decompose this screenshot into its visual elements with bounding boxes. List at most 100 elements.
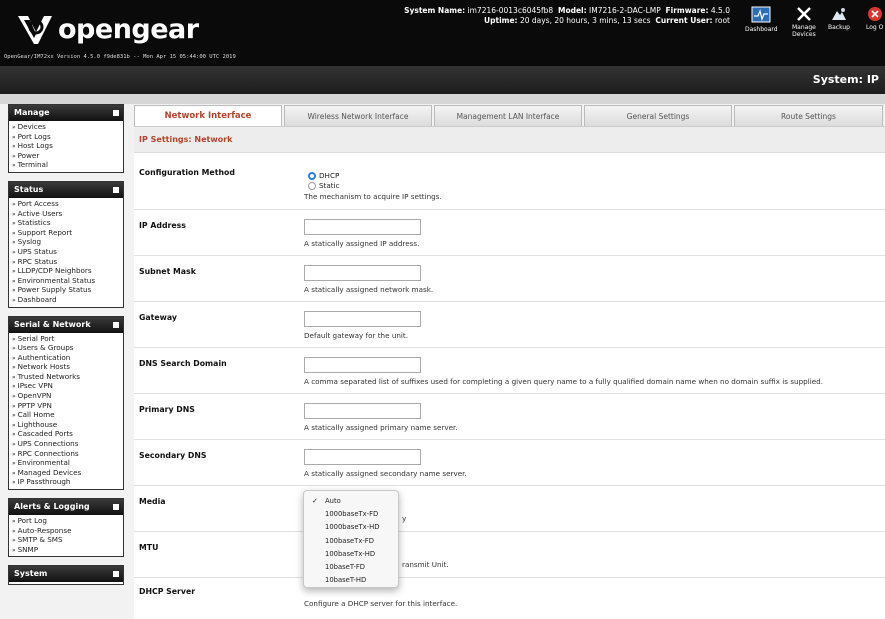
media-option-100basetx-fd[interactable]: 100baseTx-FD bbox=[304, 535, 398, 548]
sidebar-box-title[interactable]: Manage bbox=[9, 105, 123, 121]
tab-management-lan-interface[interactable]: Management LAN Interface bbox=[434, 105, 582, 126]
tab-wireless-network-interface[interactable]: Wireless Network Interface bbox=[284, 105, 432, 126]
sidebar-item-rpc-status[interactable]: RPC Status bbox=[12, 258, 120, 268]
mtu-desc-tail: ransmit Unit. bbox=[402, 560, 449, 569]
sidebar-item-terminal[interactable]: Terminal bbox=[12, 161, 120, 171]
sidebar-item-port-logs[interactable]: Port Logs bbox=[12, 133, 120, 143]
dashboard-button[interactable]: Dashboard bbox=[745, 6, 778, 33]
media-option-10baset-fd[interactable]: 10baseT-FD bbox=[304, 561, 398, 574]
media-option-1000basetx-fd[interactable]: 1000baseTx-FD bbox=[304, 508, 398, 521]
sidebar-item-snmp[interactable]: SNMP bbox=[12, 546, 120, 556]
minimize-icon[interactable] bbox=[113, 110, 119, 116]
dhcp-server-label: DHCP Server bbox=[139, 587, 196, 596]
logout-button[interactable]: Log O bbox=[866, 6, 883, 31]
settings-panel: IP Settings: Network Configuration Metho… bbox=[134, 126, 885, 619]
sidebar-box-title-text: System bbox=[14, 569, 48, 579]
sidebar-item-ups-status[interactable]: UPS Status bbox=[12, 248, 120, 258]
sidebar-item-trusted-networks[interactable]: Trusted Networks bbox=[12, 373, 120, 383]
sidebar-item-syslog[interactable]: Syslog bbox=[12, 238, 120, 248]
sidebar-box-serial-network: Serial & Network Serial PortUsers & Group… bbox=[8, 315, 124, 490]
page-title-bar: System: IP bbox=[0, 66, 885, 94]
gateway-input[interactable] bbox=[304, 311, 421, 327]
ip-address-row: IP Address A statically assigned IP addr… bbox=[134, 210, 885, 256]
tab-network-interface[interactable]: Network Interface bbox=[134, 105, 282, 127]
sidebar-item-ups-connections[interactable]: UPS Connections bbox=[12, 440, 120, 450]
subnet-mask-input[interactable] bbox=[304, 265, 421, 281]
sidebar-item-statistics[interactable]: Statistics bbox=[12, 219, 120, 229]
sidebar-item-serial-port[interactable]: Serial Port bbox=[12, 335, 120, 345]
sidebar-item-port-log[interactable]: Port Log bbox=[12, 517, 120, 527]
tab-general-settings[interactable]: General Settings bbox=[584, 105, 732, 126]
uptime-label: Uptime: bbox=[484, 16, 518, 25]
media-dropdown-menu[interactable]: ✓ Auto 1000baseTx-FD 1000baseTx-HD 100baseTx… bbox=[303, 490, 399, 588]
sidebar-item-pptp-vpn[interactable]: PPTP VPN bbox=[12, 402, 120, 412]
sidebar-item-smtp-sms[interactable]: SMTP & SMS bbox=[12, 536, 120, 546]
sidebar-item-environmental-status[interactable]: Environmental Status bbox=[12, 277, 120, 287]
tab-route-settings[interactable]: Route Settings bbox=[734, 105, 883, 126]
sidebar-item-rpc-connections[interactable]: RPC Connections bbox=[12, 450, 120, 460]
sidebar-item-devices[interactable]: Devices bbox=[12, 123, 120, 133]
secondary-dns-input[interactable] bbox=[304, 449, 421, 465]
backup-label: Backup bbox=[828, 24, 850, 31]
sidebar-item-environmental[interactable]: Environmental bbox=[12, 459, 120, 469]
sidebar-box-title[interactable]: Serial & Network bbox=[9, 316, 123, 333]
minimize-icon[interactable] bbox=[113, 321, 119, 328]
dns-search-input[interactable] bbox=[304, 357, 421, 373]
sidebar-item-power-supply-status[interactable]: Power Supply Status bbox=[12, 286, 120, 296]
media-option-10baset-hd[interactable]: 10baseT-HD bbox=[304, 574, 398, 587]
sidebar-item-lldp-cdp-neighbors[interactable]: LLDP/CDP Neighbors bbox=[12, 267, 120, 277]
system-info: System Name: im7216-0013c6045fb8 Model: … bbox=[378, 6, 730, 26]
minimize-icon[interactable] bbox=[113, 571, 119, 578]
sidebar-item-support-report[interactable]: Support Report bbox=[12, 229, 120, 239]
sidebar-item-port-access[interactable]: Port Access bbox=[12, 200, 120, 210]
gateway-label: Gateway bbox=[139, 313, 177, 322]
sidebar-item-list: Port LogAuto-ResponseSMTP & SMSSNMP bbox=[9, 515, 123, 556]
sidebar-item-openvpn[interactable]: OpenVPN bbox=[12, 392, 120, 402]
current-user-value: root bbox=[714, 16, 730, 25]
ip-address-input[interactable] bbox=[304, 219, 421, 235]
sidebar-item-users-groups[interactable]: Users & Groups bbox=[12, 344, 120, 354]
dns-search-desc: A comma separated list of suffixes used … bbox=[304, 377, 823, 386]
sidebar-item-managed-devices[interactable]: Managed Devices bbox=[12, 469, 120, 479]
sidebar-box-title[interactable]: Status bbox=[9, 181, 123, 198]
primary-dns-input[interactable] bbox=[304, 403, 421, 419]
sidebar-item-cascaded-ports[interactable]: Cascaded Ports bbox=[12, 430, 120, 440]
manage-devices-button[interactable]: Manage Devices bbox=[792, 6, 816, 38]
media-option-100basetx-hd[interactable]: 100baseTx-HD bbox=[304, 548, 398, 561]
radio-unselected-icon bbox=[308, 181, 316, 190]
sidebar-item-power[interactable]: Power bbox=[12, 152, 120, 162]
dhcp-radio[interactable]: DHCP bbox=[308, 171, 339, 180]
checkmark-icon: ✓ bbox=[312, 497, 318, 505]
sidebar-item-auto-response[interactable]: Auto-Response bbox=[12, 527, 120, 537]
dhcp-server-desc: Configure a DHCP server for this interfa… bbox=[304, 599, 458, 608]
media-option-auto[interactable]: ✓ Auto bbox=[304, 495, 398, 508]
sidebar-item-call-home[interactable]: Call Home bbox=[12, 411, 120, 421]
sidebar-box-title[interactable]: Alerts & Logging bbox=[9, 499, 123, 515]
sidebar-item-host-logs[interactable]: Host Logs bbox=[12, 142, 120, 152]
sidebar-item-authentication[interactable]: Authentication bbox=[12, 354, 120, 364]
mtu-label: MTU bbox=[139, 543, 159, 552]
media-option-label: 10baseT-HD bbox=[325, 576, 367, 585]
media-desc-tail: y bbox=[402, 514, 407, 523]
sidebar-item-active-users[interactable]: Active Users bbox=[12, 210, 120, 220]
dhcp-radio-label: DHCP bbox=[319, 171, 340, 180]
sidebar-item-network-hosts[interactable]: Network Hosts bbox=[12, 363, 120, 373]
static-radio[interactable]: Static bbox=[308, 181, 340, 190]
media-option-1000basetx-hd[interactable]: 1000baseTx-HD bbox=[304, 521, 398, 534]
sidebar-item-ipsec-vpn[interactable]: IPsec VPN bbox=[12, 382, 120, 392]
uptime-value: 20 days, 20 hours, 3 mins, 13 secs bbox=[519, 16, 651, 25]
sidebar-box-title[interactable]: System bbox=[9, 566, 123, 583]
media-label: Media bbox=[139, 497, 166, 506]
sidebar-item-lighthouse[interactable]: Lighthouse bbox=[12, 421, 120, 431]
top-header: opengear OpenGear/IM72xx Version 4.5.0 f… bbox=[0, 0, 885, 66]
sidebar-box-title-text: Status bbox=[14, 184, 44, 194]
ip-address-desc: A statically assigned IP address. bbox=[304, 239, 420, 248]
opengear-logo[interactable]: opengear bbox=[14, 12, 199, 46]
sidebar-item-ip-passthrough[interactable]: IP Passthrough bbox=[12, 478, 120, 488]
minimize-icon[interactable] bbox=[113, 186, 119, 193]
manage-devices-label-2: Devices bbox=[792, 31, 816, 38]
manage-devices-label-1: Manage bbox=[792, 24, 816, 31]
sidebar-item-dashboard[interactable]: Dashboard bbox=[12, 296, 120, 306]
minimize-icon[interactable] bbox=[113, 504, 119, 510]
backup-button[interactable]: Backup bbox=[828, 6, 850, 31]
